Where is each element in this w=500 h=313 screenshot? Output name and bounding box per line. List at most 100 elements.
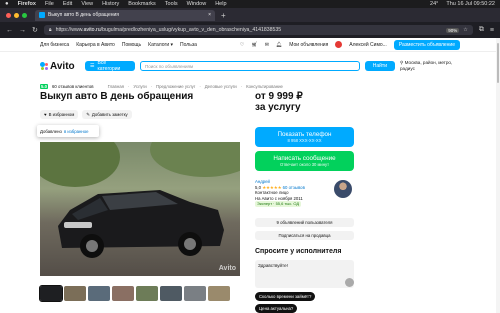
- web-page: Для бизнеса Карьера в Авито Помощь Катал…: [0, 38, 500, 313]
- send-question-icon[interactable]: [345, 278, 354, 287]
- seller-avatar[interactable]: [334, 180, 352, 198]
- browser-toolbar: ← → ↻ 🔒︎ https://www.avito.ru/bugulma/pr…: [0, 22, 500, 38]
- crumb-business[interactable]: Деловые услуги: [205, 84, 237, 89]
- show-phone-button[interactable]: Показать телефон 8 958 XXX-XX-XX: [255, 127, 354, 147]
- location-pin-icon: ⚲: [400, 60, 404, 65]
- forward-icon[interactable]: →: [19, 27, 26, 34]
- menu-help[interactable]: Help: [215, 1, 226, 7]
- weather-temp[interactable]: 24°: [430, 1, 438, 7]
- expert-badge: Эксперт · 55,6 тыс. ОД: [255, 201, 302, 207]
- macos-menubar: ● Firefox File Edit View History Bookmar…: [0, 0, 500, 8]
- avito-logo[interactable]: Avito: [40, 61, 80, 72]
- menu-history[interactable]: History: [102, 1, 119, 7]
- page-scrollbar[interactable]: [496, 38, 500, 313]
- new-tab-button[interactable]: +: [221, 11, 226, 20]
- rating-badge: 5.0: [40, 84, 48, 89]
- nav-catalogs[interactable]: Каталоги ▾: [148, 42, 173, 48]
- note-icon: ✎: [86, 111, 90, 117]
- menu-firefox[interactable]: Firefox: [18, 1, 36, 7]
- tab-close-icon[interactable]: ×: [208, 12, 211, 18]
- seller-listings-button[interactable]: 9 объявлений пользователя: [255, 218, 354, 227]
- quick-question-chip[interactable]: Сколько времени займёт?: [255, 292, 316, 301]
- listing-actions: ♥ В избранном ✎ Добавить заметку: [40, 110, 132, 119]
- post-listing-button[interactable]: Разместить объявление: [393, 39, 460, 50]
- heart-icon[interactable]: ♡: [240, 42, 244, 48]
- app-menu-icon[interactable]: ≡: [490, 27, 494, 34]
- avito-dots-icon: [40, 61, 49, 71]
- thumbnail-video[interactable]: [39, 285, 63, 302]
- lock-icon: 🔒︎: [48, 26, 52, 33]
- find-button[interactable]: Найти: [364, 61, 395, 71]
- thumbnail[interactable]: [88, 286, 110, 301]
- menu-tools[interactable]: Tools: [165, 1, 178, 7]
- back-icon[interactable]: ←: [6, 27, 13, 34]
- zoom-level[interactable]: 90%: [446, 27, 460, 33]
- write-message-button[interactable]: Написать сообщение Отвечает около 30 мин…: [255, 151, 354, 171]
- messages-icon[interactable]: ✉: [265, 42, 269, 48]
- heart-filled-icon: ♥: [44, 112, 47, 117]
- favorite-toast: Добавлено в избранное: [37, 125, 99, 137]
- favorite-button[interactable]: ♥ В избранном: [40, 110, 79, 119]
- crumb-services[interactable]: Услуги: [133, 84, 146, 89]
- seller-reviews-link[interactable]: 60 отзывов: [283, 185, 305, 190]
- crumb-offers[interactable]: Предложение услуг: [156, 84, 195, 89]
- apple-menu-icon[interactable]: ●: [5, 1, 9, 7]
- menu-view[interactable]: View: [81, 1, 93, 7]
- crumb-sep-icon: ·: [150, 84, 153, 89]
- thumbnail[interactable]: [160, 286, 182, 301]
- location-selector[interactable]: ⚲ Москва, район, метро, радиус: [400, 60, 460, 72]
- bookmark-star-icon[interactable]: ☆: [463, 27, 468, 33]
- car-image: [58, 190, 224, 258]
- zoom-window-button[interactable]: [22, 12, 27, 18]
- reviews-link[interactable]: 60 отзывов клиентов: [52, 84, 94, 89]
- browser-tabbar: Выкуп авто В день обращения × +: [0, 8, 500, 22]
- thumbnail[interactable]: [136, 286, 158, 301]
- listing-main-photo[interactable]: Avito: [40, 142, 240, 276]
- menu-bookmarks[interactable]: Bookmarks: [128, 1, 156, 7]
- search-row: Avito ☰ Все категории Поиск по объявлени…: [40, 60, 460, 72]
- nav-benefit[interactable]: Польза: [180, 42, 197, 48]
- nav-career[interactable]: Карьера в Авито: [76, 42, 115, 48]
- quick-question-chip[interactable]: Цена актуальна?: [255, 304, 298, 313]
- nav-help[interactable]: Помощь: [122, 42, 141, 48]
- scrollbar-thumb[interactable]: [497, 43, 499, 83]
- toast-favorites-link[interactable]: в избранное: [64, 129, 89, 134]
- window-controls: [6, 12, 27, 18]
- minimize-window-button[interactable]: [14, 12, 19, 18]
- subscribe-seller-button[interactable]: Подписаться на продавца: [255, 231, 354, 240]
- address-bar[interactable]: 🔒︎ https://www.avito.ru/bugulma/predlozh…: [43, 25, 473, 35]
- reload-icon[interactable]: ↻: [32, 26, 38, 34]
- add-note-button[interactable]: ✎ Добавить заметку: [82, 110, 132, 119]
- price: от 9 999 ₽ за услугу: [255, 91, 303, 113]
- rating-stars-icon: ★★★★★: [262, 184, 282, 190]
- crumb-home[interactable]: Главная: [108, 84, 124, 89]
- close-window-button[interactable]: [6, 12, 11, 18]
- nav-business[interactable]: Для бизнеса: [40, 42, 69, 48]
- tab-title: Выкуп авто В день обращения: [48, 12, 119, 18]
- all-categories-button[interactable]: ☰ Все категории: [85, 60, 135, 72]
- thumbnail[interactable]: [208, 286, 230, 301]
- cart-icon[interactable]: 🛒︎: [251, 42, 257, 48]
- nav-my-listings[interactable]: Мои объявления: [289, 42, 328, 48]
- breadcrumb: 5.0 60 отзывов клиентов Главная · Услуги…: [40, 84, 283, 89]
- thumbnail[interactable]: [112, 286, 134, 301]
- crumb-sep-icon: ·: [199, 84, 201, 89]
- menu-window[interactable]: Window: [187, 1, 207, 7]
- menu-file[interactable]: File: [45, 1, 54, 7]
- bell-icon[interactable]: 🔔︎: [276, 42, 282, 48]
- extensions-icon[interactable]: ⧉: [479, 26, 484, 34]
- crumb-consulting[interactable]: Консультирование: [246, 84, 283, 89]
- clock[interactable]: Thu 16 Jul 09:50:22: [446, 1, 495, 7]
- user-name[interactable]: Алексей Симо...: [349, 42, 387, 48]
- thumbnail[interactable]: [64, 286, 86, 301]
- search-input[interactable]: Поиск по объявлениям: [140, 61, 360, 71]
- browser-tab-active[interactable]: Выкуп авто В день обращения ×: [35, 9, 215, 21]
- tree-foliage: [150, 142, 240, 177]
- user-avatar[interactable]: [335, 41, 343, 48]
- menu-edit[interactable]: Edit: [63, 1, 72, 7]
- question-textarea[interactable]: Здравствуйте!: [255, 260, 354, 288]
- logo-text: Avito: [50, 60, 75, 72]
- thumbnail[interactable]: [184, 286, 206, 301]
- avito-favicon-icon: [39, 12, 45, 18]
- page-title: Выкуп авто В день обращения: [40, 91, 194, 102]
